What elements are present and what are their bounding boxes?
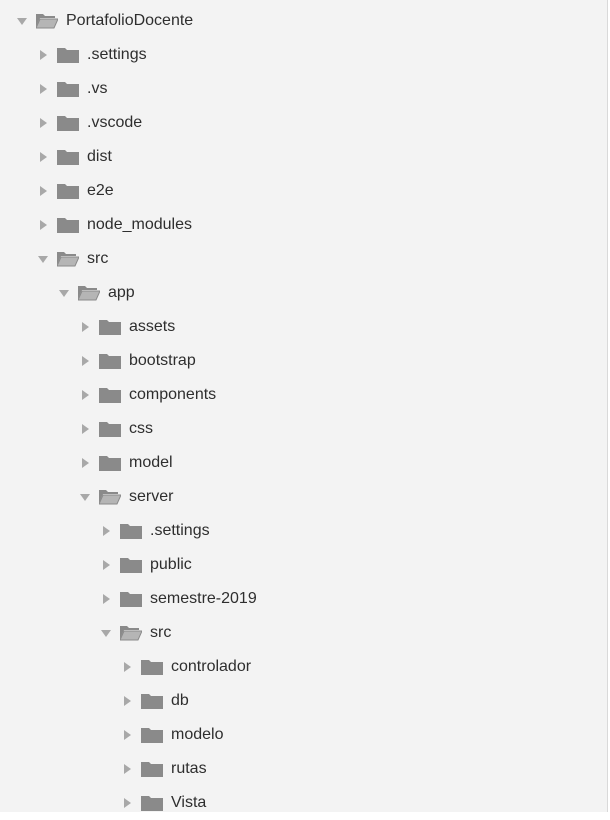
tree-item-modelo[interactable]: modelo	[0, 718, 607, 752]
tree-item-model[interactable]: model	[0, 446, 607, 480]
chevron-down-icon[interactable]	[100, 616, 112, 650]
tree-item-label: .vs	[87, 80, 108, 97]
folder-open-icon	[120, 625, 142, 641]
chevron-down-icon[interactable]	[16, 4, 28, 38]
tree-item-label: node_modules	[87, 216, 192, 233]
tree-item-app[interactable]: app	[0, 276, 607, 310]
folder-open-icon	[36, 13, 58, 29]
tree-item-label: semestre-2019	[150, 590, 257, 607]
tree-item-vs[interactable]: .vs	[0, 72, 607, 106]
tree-item-label: bootstrap	[129, 352, 196, 369]
tree-item-label: app	[108, 284, 135, 301]
chevron-right-icon[interactable]	[121, 684, 133, 718]
tree-item-label: src	[150, 624, 172, 641]
tree-item-node-modules[interactable]: node_modules	[0, 208, 607, 242]
tree-item-label: assets	[129, 318, 176, 335]
chevron-right-icon[interactable]	[100, 582, 112, 616]
chevron-down-icon[interactable]	[79, 480, 91, 514]
tree-item-label: Vista	[171, 794, 207, 811]
folder-icon	[99, 387, 121, 403]
tree-item-components[interactable]: components	[0, 378, 607, 412]
chevron-right-icon[interactable]	[121, 718, 133, 752]
tree-item-label: .vscode	[87, 114, 143, 131]
tree-item-vista[interactable]: Vista	[0, 786, 607, 820]
chevron-right-icon[interactable]	[79, 378, 91, 412]
tree-item-server[interactable]: server	[0, 480, 607, 514]
chevron-right-icon[interactable]	[37, 174, 49, 208]
tree-item-assets[interactable]: assets	[0, 310, 607, 344]
tree-item-settings[interactable]: .settings	[0, 38, 607, 72]
folder-open-icon	[78, 285, 100, 301]
chevron-right-icon[interactable]	[100, 548, 112, 582]
tree-item-label: dist	[87, 148, 112, 165]
chevron-right-icon[interactable]	[121, 786, 133, 820]
tree-item-label: modelo	[171, 726, 224, 743]
chevron-right-icon[interactable]	[37, 72, 49, 106]
chevron-right-icon[interactable]	[37, 38, 49, 72]
file-explorer-panel: PortafolioDocente .settings .vs .vscode dist…	[0, 0, 608, 812]
tree-item-dist[interactable]: dist	[0, 140, 607, 174]
folder-icon	[99, 353, 121, 369]
chevron-down-icon[interactable]	[58, 276, 70, 310]
folder-icon	[57, 81, 79, 97]
tree-item-db[interactable]: db	[0, 684, 607, 718]
folder-icon	[141, 761, 163, 777]
chevron-right-icon[interactable]	[79, 344, 91, 378]
folder-icon	[57, 183, 79, 199]
folder-icon	[120, 523, 142, 539]
chevron-right-icon[interactable]	[79, 412, 91, 446]
tree-item-label: css	[129, 420, 153, 437]
chevron-right-icon[interactable]	[121, 752, 133, 786]
tree-item-label: server	[129, 488, 174, 505]
folder-icon	[57, 115, 79, 131]
tree-item-settings[interactable]: .settings	[0, 514, 607, 548]
tree-item-label: .settings	[150, 522, 210, 539]
folder-icon	[120, 557, 142, 573]
chevron-right-icon[interactable]	[37, 140, 49, 174]
chevron-right-icon[interactable]	[100, 514, 112, 548]
folder-icon	[99, 455, 121, 471]
tree-item-css[interactable]: css	[0, 412, 607, 446]
chevron-right-icon[interactable]	[79, 310, 91, 344]
folder-icon	[57, 149, 79, 165]
tree-item-label: components	[129, 386, 217, 403]
folder-icon	[141, 659, 163, 675]
folder-open-icon	[57, 251, 79, 267]
chevron-right-icon[interactable]	[37, 208, 49, 242]
tree-item-rutas[interactable]: rutas	[0, 752, 607, 786]
tree-item-label: PortafolioDocente	[66, 12, 194, 29]
tree-item-label: controlador	[171, 658, 252, 675]
chevron-down-icon[interactable]	[37, 242, 49, 276]
tree-item-bootstrap[interactable]: bootstrap	[0, 344, 607, 378]
tree-item-controlador[interactable]: controlador	[0, 650, 607, 684]
tree-item-label: .settings	[87, 46, 147, 63]
chevron-right-icon[interactable]	[121, 650, 133, 684]
folder-icon	[99, 319, 121, 335]
chevron-right-icon[interactable]	[37, 106, 49, 140]
tree-item-label: e2e	[87, 182, 114, 199]
folder-icon	[141, 693, 163, 709]
folder-icon	[57, 217, 79, 233]
tree-item-vscode[interactable]: .vscode	[0, 106, 607, 140]
tree-item-label: src	[87, 250, 109, 267]
tree-item-label: db	[171, 692, 189, 709]
tree-item-e2e[interactable]: e2e	[0, 174, 607, 208]
folder-icon	[57, 47, 79, 63]
tree-item-label: rutas	[171, 760, 207, 777]
tree-item-portafoliodocente[interactable]: PortafolioDocente	[0, 4, 607, 38]
chevron-right-icon[interactable]	[79, 446, 91, 480]
folder-icon	[120, 591, 142, 607]
folder-tree: PortafolioDocente .settings .vs .vscode dist…	[0, 4, 607, 820]
folder-icon	[141, 727, 163, 743]
tree-item-label: public	[150, 556, 192, 573]
tree-item-src[interactable]: src	[0, 242, 607, 276]
tree-item-semestre-2019[interactable]: semestre-2019	[0, 582, 607, 616]
folder-open-icon	[99, 489, 121, 505]
tree-item-src[interactable]: src	[0, 616, 607, 650]
folder-icon	[141, 795, 163, 811]
tree-item-public[interactable]: public	[0, 548, 607, 582]
folder-icon	[99, 421, 121, 437]
tree-item-label: model	[129, 454, 173, 471]
